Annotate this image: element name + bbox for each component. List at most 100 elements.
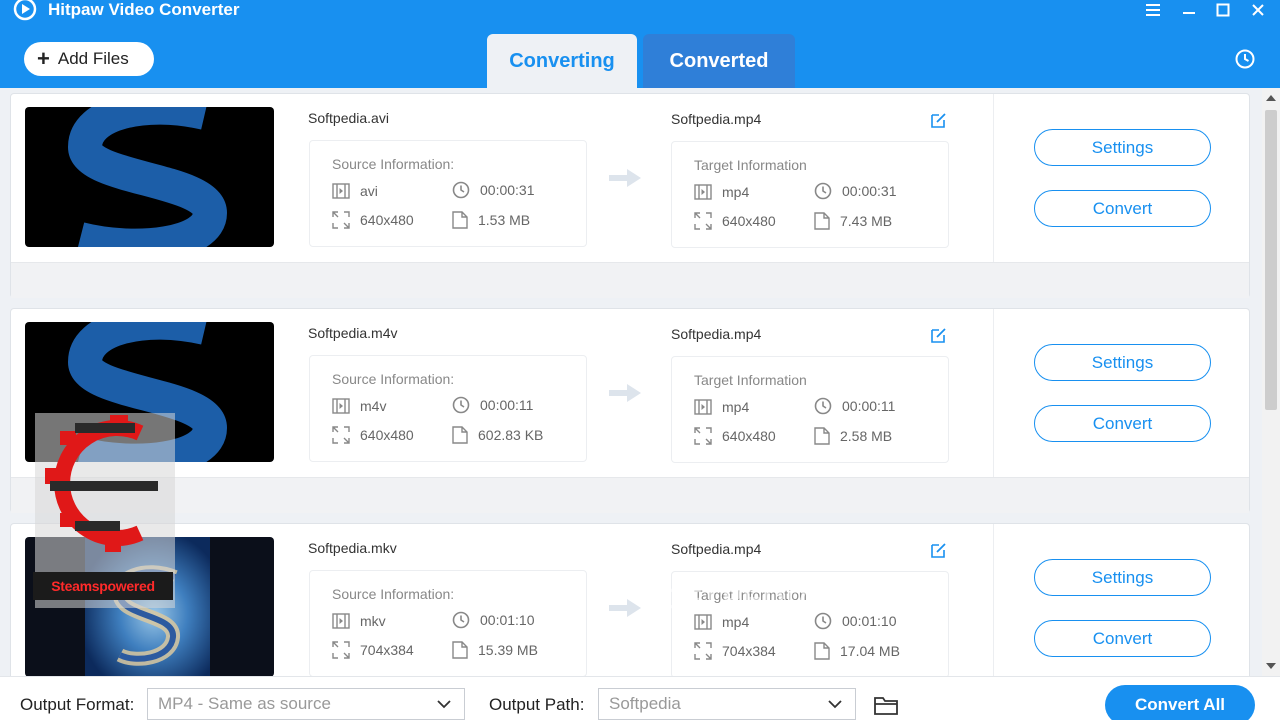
- source-resolution: 640x480: [332, 211, 414, 229]
- vertical-scrollbar[interactable]: [1262, 88, 1280, 676]
- convert-button[interactable]: Convert: [1034, 190, 1211, 227]
- source-resolution: 704x384: [332, 641, 414, 659]
- film-icon: [694, 614, 712, 630]
- source-size: 15.39 MB: [452, 641, 538, 659]
- close-button[interactable]: [1247, 0, 1269, 20]
- resolution-icon: [332, 641, 350, 659]
- source-info-box: Source Information: mkv 00:01:10 704x384…: [309, 570, 587, 676]
- chevron-down-icon: [828, 700, 842, 709]
- source-duration: 00:00:31: [452, 181, 535, 199]
- output-format-label: Output Format:: [20, 695, 135, 714]
- card-footer: [11, 477, 1249, 513]
- target-resolution: 704x384: [694, 642, 776, 660]
- output-path-select[interactable]: Softpedia: [598, 688, 856, 720]
- close-icon: [1252, 4, 1264, 16]
- maximize-icon: [1216, 3, 1230, 17]
- target-info-box: Target Information mp4 00:00:11 640x480 …: [671, 356, 949, 463]
- resolution-icon: [694, 642, 712, 660]
- convert-button[interactable]: Convert: [1034, 620, 1211, 657]
- target-size: 2.58 MB: [814, 427, 892, 445]
- target-format: mp4: [694, 399, 749, 415]
- edit-icon[interactable]: [929, 110, 949, 130]
- source-info-title: Source Information:: [332, 156, 455, 172]
- tab-converting[interactable]: Converting: [487, 34, 637, 88]
- source-info-title: Source Information:: [332, 586, 455, 602]
- file-icon: [452, 211, 468, 229]
- card-footer: [11, 262, 1249, 298]
- settings-button[interactable]: Settings: [1034, 129, 1211, 166]
- target-duration: 00:01:10: [814, 612, 897, 630]
- film-icon: [332, 613, 350, 629]
- convert-all-button[interactable]: Convert All: [1105, 685, 1255, 720]
- edit-icon[interactable]: [929, 540, 949, 560]
- source-size: 602.83 KB: [452, 426, 543, 444]
- resolution-icon: [694, 212, 712, 230]
- clock-icon: [814, 397, 832, 415]
- settings-button[interactable]: Settings: [1034, 344, 1211, 381]
- target-filename: Softpedia.mp4: [671, 111, 762, 127]
- source-duration: 00:00:11: [452, 396, 533, 414]
- card-divider: [993, 524, 994, 676]
- output-format-value: MP4 - Same as source: [158, 694, 331, 713]
- softpedia-watermark: SOFTPEDIA: [640, 583, 819, 614]
- film-icon: [332, 398, 350, 414]
- file-icon: [452, 641, 468, 659]
- target-resolution: 640x480: [694, 427, 776, 445]
- maximize-button[interactable]: [1212, 0, 1234, 20]
- arrow-right-icon: [609, 384, 641, 402]
- film-icon: [694, 399, 712, 415]
- menu-icon: [1146, 4, 1160, 16]
- target-resolution: 640x480: [694, 212, 776, 230]
- tab-converted[interactable]: Converted: [643, 34, 795, 88]
- output-format-select[interactable]: MP4 - Same as source: [147, 688, 465, 720]
- video-thumbnail: [25, 107, 274, 247]
- target-info-box: Target Information mp4 00:00:31 640x480 …: [671, 141, 949, 248]
- film-icon: [694, 184, 712, 200]
- add-files-button[interactable]: + Add Files: [24, 42, 154, 76]
- arrow-right-icon: [609, 599, 641, 617]
- target-size: 7.43 MB: [814, 212, 892, 230]
- file-icon: [814, 212, 830, 230]
- edit-icon[interactable]: [929, 325, 949, 345]
- target-filename: Softpedia.mp4: [671, 326, 762, 342]
- resolution-icon: [332, 426, 350, 444]
- film-icon: [332, 183, 350, 199]
- add-files-label: Add Files: [57, 49, 129, 68]
- output-path-label: Output Path:: [489, 695, 585, 714]
- source-info-box: Source Information: avi 00:00:31 640x480…: [309, 140, 587, 247]
- clock-icon: [814, 182, 832, 200]
- bottom-bar: Output Format: MP4 - Same as source Outp…: [0, 676, 1280, 720]
- menu-button[interactable]: [1142, 0, 1164, 20]
- target-filename: Softpedia.mp4: [671, 541, 762, 557]
- target-size: 17.04 MB: [814, 642, 900, 660]
- clock-icon: [452, 396, 470, 414]
- source-size: 1.53 MB: [452, 211, 530, 229]
- card-divider: [993, 94, 994, 262]
- plus-icon: +: [37, 46, 50, 71]
- settings-button[interactable]: Settings: [1034, 559, 1211, 596]
- output-path-value: Softpedia: [609, 694, 681, 713]
- scroll-up-icon[interactable]: [1262, 92, 1280, 104]
- scroll-down-icon[interactable]: [1262, 660, 1280, 672]
- steam-watermark-text: Steamspowered: [33, 572, 173, 600]
- minimize-icon: [1183, 12, 1195, 14]
- folder-icon[interactable]: [874, 694, 898, 716]
- file-list[interactable]: Softpedia.avi Source Information: avi 00…: [0, 88, 1262, 676]
- arrow-right-icon: [609, 169, 641, 187]
- convert-button[interactable]: Convert: [1034, 405, 1211, 442]
- clock-icon: [452, 181, 470, 199]
- file-card: Softpedia.avi Source Information: avi 00…: [10, 93, 1250, 298]
- scroll-thumb[interactable]: [1265, 110, 1277, 410]
- resolution-icon: [332, 211, 350, 229]
- minimize-button[interactable]: [1178, 0, 1200, 20]
- file-card: Softpedia.m4v Source Information: m4v 00…: [10, 308, 1250, 513]
- file-card: Softpedia.mkv Source Information: mkv 00…: [10, 523, 1250, 676]
- file-icon: [814, 642, 830, 660]
- source-format: avi: [332, 183, 378, 199]
- history-icon[interactable]: [1234, 48, 1256, 70]
- file-icon: [452, 426, 468, 444]
- app-title: Hitpaw Video Converter: [48, 0, 240, 19]
- target-format: mp4: [694, 184, 749, 200]
- card-divider: [993, 309, 994, 477]
- source-resolution: 640x480: [332, 426, 414, 444]
